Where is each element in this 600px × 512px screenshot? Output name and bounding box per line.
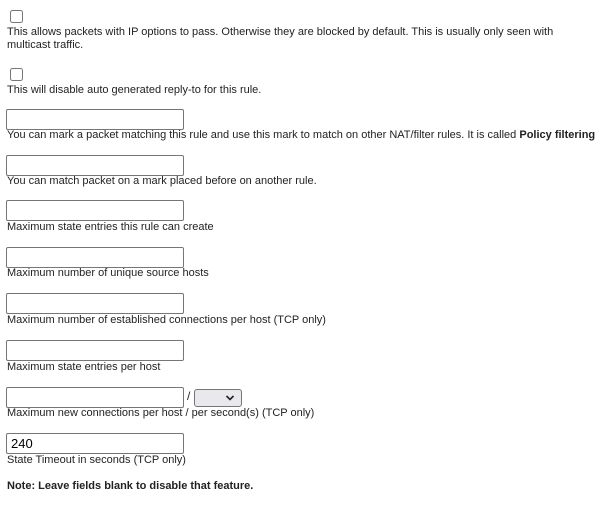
chevron-down-icon <box>225 395 235 401</box>
tagged-input[interactable] <box>6 155 184 176</box>
max-source-states-input[interactable] <box>6 340 184 361</box>
connection-rates-select[interactable] <box>194 389 242 407</box>
max-connection-rate-description: Maximum new connections per host / per s… <box>7 407 315 419</box>
tagged-description: You can match packet on a mark placed be… <box>7 175 317 187</box>
state-timeout-input[interactable] <box>6 433 184 454</box>
disable-reply-to-description: This will disable auto generated reply-t… <box>7 84 262 96</box>
disable-reply-to-checkbox[interactable] <box>10 68 23 81</box>
allow-ip-options-checkbox[interactable] <box>10 10 23 23</box>
allow-ip-options-description: This allows packets with IP options to p… <box>7 26 554 51</box>
max-source-connections-input[interactable] <box>6 293 184 314</box>
max-source-nodes-description: Maximum number of unique source hosts <box>7 267 209 279</box>
max-source-connections-description: Maximum number of established connection… <box>7 314 326 326</box>
tag-input[interactable] <box>6 109 184 130</box>
blank-fields-note: Note: Leave fields blank to disable that… <box>7 480 254 492</box>
tag-description: You can mark a packet matching this rule… <box>7 129 595 142</box>
max-source-nodes-input[interactable] <box>6 247 184 268</box>
max-source-states-description: Maximum state entries per host <box>7 361 161 373</box>
rate-separator: / <box>187 389 191 403</box>
state-timeout-description: State Timeout in seconds (TCP only) <box>7 454 186 466</box>
max-states-input[interactable] <box>6 200 184 221</box>
policy-filtering-label: Policy filtering <box>519 129 596 141</box>
tag-description-text: You can mark a packet matching this rule… <box>7 129 517 141</box>
max-states-description: Maximum state entries this rule can crea… <box>7 221 214 233</box>
max-connection-rate-input[interactable] <box>6 387 184 408</box>
